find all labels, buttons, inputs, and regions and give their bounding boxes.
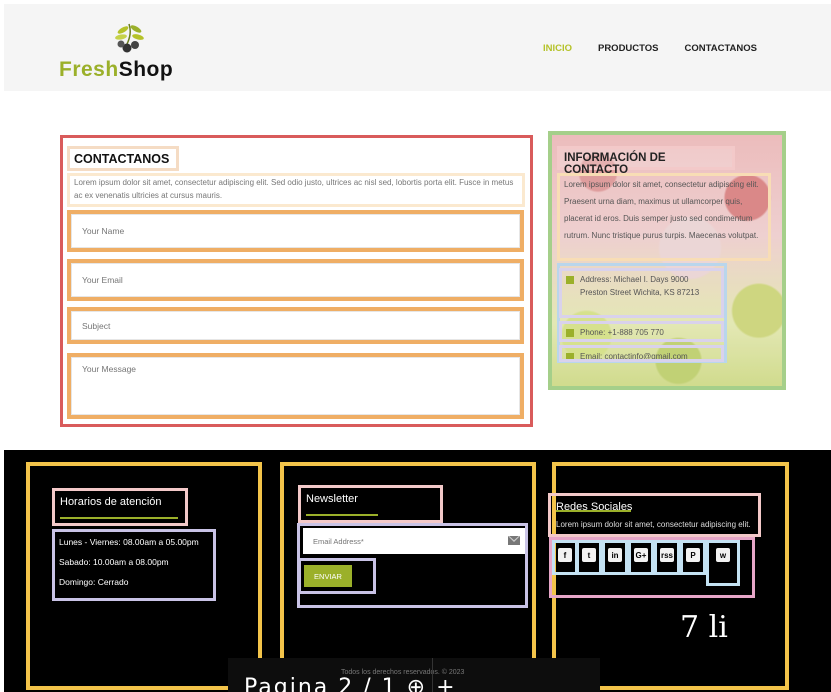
linkedin-glyph: in [608, 548, 622, 562]
phone-icon [566, 329, 574, 337]
logo-shop: Shop [118, 58, 174, 81]
contact-description: Lorem ipsum dolor sit amet, consectetur … [67, 173, 525, 207]
newsletter-title-text: Newsletter [306, 493, 358, 505]
send-button-wrap: ENVIAR [298, 558, 376, 594]
logo-fresh: Fresh [59, 58, 119, 81]
message-field-wrap [67, 353, 524, 419]
phone-text: Phone: +1-888 705 770 [580, 328, 664, 337]
newsletter-email-input[interactable] [303, 528, 493, 554]
info-email: Email: contactinfo@gmail.com [559, 345, 724, 362]
hours-saturday: Sabado: 10.00am a 08.00pm [59, 557, 169, 567]
name-field[interactable] [71, 214, 520, 248]
send-button[interactable]: ENVIAR [304, 565, 352, 587]
mail-icon [508, 536, 520, 545]
contact-title: CONTACTANOS [67, 146, 179, 171]
whatsapp-glyph: w [716, 548, 730, 562]
hours-list: Lunes - Viernes: 08.00am a 05.00pm Sabad… [52, 529, 216, 601]
newsletter-title: Newsletter [298, 485, 443, 523]
facebook-icon[interactable]: f [552, 540, 578, 575]
hours-title-text: Horarios de atención [60, 496, 162, 508]
item-count-label: 7 li [680, 610, 728, 645]
pager-overlay: Pagina 2 / 1 ⊕ + [244, 675, 457, 692]
linkedin-icon[interactable]: in [602, 540, 628, 575]
email-field-wrap [67, 259, 524, 301]
facebook-glyph: f [558, 548, 572, 562]
info-title: INFORMACIÓN DE CONTACTO [557, 146, 735, 176]
info-address: Address: Michael I. Days 9000 Preston St… [559, 268, 724, 318]
title-underline [556, 510, 631, 512]
nav-inicio[interactable]: INICIO [543, 43, 572, 54]
logo-text: FreshShop [59, 58, 173, 82]
title-underline [306, 514, 378, 516]
subject-field[interactable] [71, 311, 520, 340]
hours-title: Horarios de atención [52, 488, 188, 526]
title-underline [60, 517, 178, 519]
olive-branch-icon [115, 23, 144, 53]
location-icon [566, 276, 574, 284]
info-description: Lorem ipsum dolor sit amet, consectetur … [557, 173, 771, 261]
whatsapp-icon[interactable]: w [706, 540, 740, 586]
logo[interactable]: FreshShop [59, 20, 199, 88]
google-plus-glyph: G+ [634, 548, 648, 562]
nav-productos[interactable]: PRODUCTOS [598, 43, 659, 54]
message-field[interactable] [71, 357, 520, 415]
envelope-icon [566, 353, 574, 359]
address-text: Address: Michael I. Days 9000 Preston St… [580, 275, 700, 297]
rss-glyph: rss [660, 548, 674, 562]
twitter-glyph: t [582, 548, 596, 562]
rss-icon[interactable]: rss [654, 540, 680, 575]
info-phone: Phone: +1-888 705 770 [559, 321, 724, 342]
email-text[interactable]: Email: contactinfo@gmail.com [580, 350, 688, 359]
hours-sunday: Domingo: Cerrado [59, 577, 129, 587]
main-nav: INICIO PRODUCTOS CONTACTANOS [543, 43, 757, 54]
nav-contactanos[interactable]: CONTACTANOS [685, 43, 757, 54]
subject-field-wrap [67, 307, 524, 344]
hours-weekday: Lunes - Viernes: 08.00am a 05.00pm [59, 537, 199, 547]
social-title: Redes Sociales Lorem ipsum dolor sit ame… [548, 493, 761, 537]
site-header: FreshShop INICIO PRODUCTOS CONTACTANOS [4, 4, 831, 91]
social-text: Lorem ipsum dolor sit amet, consectetur … [556, 520, 751, 529]
google-plus-icon[interactable]: G+ [628, 540, 654, 575]
pinterest-icon[interactable]: P [680, 540, 706, 575]
newsletter-email-wrap [303, 528, 525, 554]
pinterest-glyph: P [686, 548, 700, 562]
email-field[interactable] [71, 263, 520, 297]
name-field-wrap [67, 210, 524, 252]
twitter-icon[interactable]: t [576, 540, 602, 575]
